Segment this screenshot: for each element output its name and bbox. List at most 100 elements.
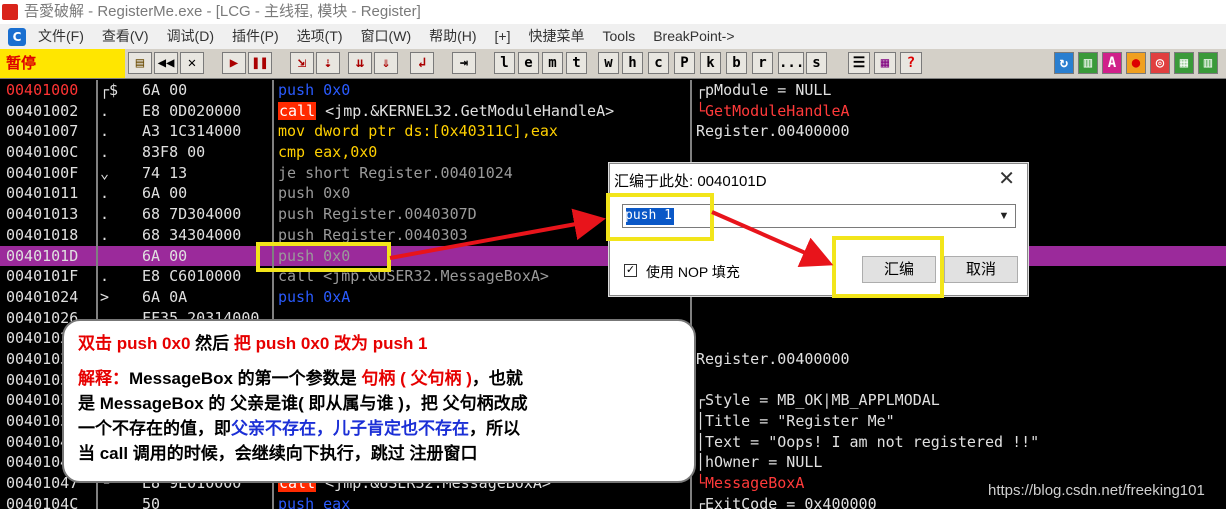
hex-cell: 6A 00 <box>142 81 188 99</box>
asm-cell: push 0x0 <box>278 80 688 101</box>
execute-till-return-icon[interactable]: ↲ <box>410 52 434 74</box>
cancel-button[interactable]: 取消 <box>944 256 1018 283</box>
run-trace-button[interactable]: ... <box>778 52 804 74</box>
menu-plugins[interactable]: 插件(P) <box>232 24 279 49</box>
column-divider <box>96 266 98 287</box>
flow-marker: . <box>100 205 110 224</box>
list-icon[interactable]: ☰ <box>848 52 870 74</box>
flow-marker: ⌄ <box>100 163 110 182</box>
app-logo-icon: C <box>8 28 26 46</box>
menu-options[interactable]: 选项(T) <box>297 24 343 49</box>
flow-marker: . <box>100 225 110 244</box>
trace-over-icon[interactable]: ⇓ <box>374 52 398 74</box>
disasm-row[interactable]: 0040100C. 83F8 00 cmp eax,0x0 <box>0 142 1226 163</box>
flow-marker: . <box>100 143 110 162</box>
column-divider <box>96 224 98 246</box>
hex-cell: 74 13 <box>142 163 188 182</box>
column-divider <box>272 286 274 308</box>
hex-cell: A3 1C314000 <box>142 122 242 141</box>
address-cell: 0040100F <box>6 163 79 182</box>
menu-help[interactable]: 帮助(H) <box>429 24 476 49</box>
step-over-icon[interactable]: ⇣ <box>316 52 340 74</box>
disasm-row[interactable]: 00401007. A3 1C314000 mov dword ptr ds:[0x… <box>0 121 1226 143</box>
target-icon[interactable]: ◎ <box>1150 52 1170 74</box>
modules-button[interactable]: e <box>518 52 539 74</box>
asm-text: mov dword ptr ds:[0x40311C],eax <box>278 122 558 141</box>
nop-fill-label: 使用 NOP 填充 <box>646 264 740 280</box>
hex-cell: 50 <box>142 494 161 509</box>
address-cell: 00401002 <box>6 101 79 120</box>
hex-cell: E8 C6010000 <box>142 267 242 286</box>
menu-file[interactable]: 文件(F) <box>38 24 84 49</box>
menu-window[interactable]: 窗口(W) <box>361 24 412 49</box>
nop-fill-checkbox[interactable]: ✓ <box>624 264 637 277</box>
open-icon[interactable]: ▤ <box>128 52 152 74</box>
record-icon[interactable]: ● <box>1126 52 1146 74</box>
run-icon[interactable]: ▶ <box>222 52 246 74</box>
callout-line-2: 解释：MessageBox 的第一个参数是 句柄 ( 父句柄 )，也就 <box>78 369 523 388</box>
memory-button[interactable]: m <box>542 52 563 74</box>
pause-icon[interactable]: ❚❚ <box>248 52 272 74</box>
disasm-row[interactable]: 00401000 ┌$ 6A 00 push 0x0 ┌pModule = NULL <box>0 80 1226 101</box>
column-divider <box>272 183 274 205</box>
grid-icon[interactable]: ▦ <box>1174 52 1194 74</box>
comment-cell: │Title = "Register Me" <box>696 412 895 430</box>
menu-debug[interactable]: 调试(D) <box>167 24 214 49</box>
patches-button[interactable]: P <box>674 52 695 74</box>
layout-icon[interactable]: ▦ <box>874 52 896 74</box>
a-plugin-icon[interactable]: A <box>1102 52 1122 74</box>
highlight-assemble-button <box>832 236 944 298</box>
hex-cell: 83F8 00 <box>142 143 206 162</box>
comment-cell: Register.00400000 <box>696 349 850 368</box>
menu-plus[interactable]: [+] <box>495 24 511 49</box>
asm-cell: cmp eax,0x0 <box>278 142 688 163</box>
asm-text: push eax <box>278 494 351 509</box>
restart-icon[interactable]: ◀◀ <box>154 52 178 74</box>
address-cell: 00401007 <box>6 122 79 141</box>
threads-button[interactable]: t <box>566 52 587 74</box>
cpu-button[interactable]: c <box>648 52 669 74</box>
comment-cell: │hOwner = NULL <box>696 453 823 472</box>
menu-tools[interactable]: Tools <box>603 24 636 49</box>
dialog-title: 汇编于此处: 0040101D <box>614 173 767 190</box>
toolbar: 暂停 ▤ ◀◀ ✕ ▶ ❚❚ ⇲ ⇣ ⇊ ⇓ ↲ ⇥ l e m t w h c… <box>0 49 1226 79</box>
references-button[interactable]: r <box>752 52 773 74</box>
call-stack-button[interactable]: k <box>700 52 721 74</box>
disasm-row[interactable]: 00401002. E8 0D020000 call <jmp.&KERNEL32.… <box>0 100 1226 122</box>
handles-button[interactable]: h <box>622 52 643 74</box>
address-cell: 00401018 <box>6 225 79 244</box>
close-icon[interactable]: ✕ <box>998 166 1015 191</box>
app-icon <box>2 4 18 20</box>
asm-text: push 0xA <box>278 287 351 306</box>
column-divider <box>272 493 274 509</box>
comment-cell: ┌Style = MB_OK|MB_APPLMODAL <box>696 391 940 410</box>
breakpoints-button[interactable]: b <box>726 52 747 74</box>
title-bar: 吾愛破解 - RegisterMe.exe - [LCG - 主线程, 模块 -… <box>0 0 1226 24</box>
help-icon[interactable]: ? <box>900 52 922 74</box>
menu-bar: C 文件(F) 查看(V) 调试(D) 插件(P) 选项(T) 窗口(W) 帮助… <box>0 24 1226 49</box>
comment-cell: │Text = "Oops! I am not registered !!" <box>696 432 1040 451</box>
comment-cell: ┌pModule = NULL <box>696 81 832 99</box>
flow-marker: ┌$ <box>100 81 119 99</box>
windows-button[interactable]: w <box>598 52 619 74</box>
address-cell: 0040101D <box>6 246 79 265</box>
pause-plugin-icon[interactable]: ▥ <box>1078 52 1098 74</box>
trace-into-icon[interactable]: ⇊ <box>348 52 372 74</box>
menu-view[interactable]: 查看(V) <box>102 24 149 49</box>
log-window-button[interactable]: l <box>494 52 515 74</box>
asm-text: cmp eax,0x0 <box>278 143 378 162</box>
call-target: <jmp.&KERNEL32.GetModuleHandleA> <box>316 101 615 120</box>
columns-icon[interactable]: ▥ <box>1198 52 1218 74</box>
chevron-down-icon[interactable]: ▼ <box>995 207 1013 225</box>
address-cell: 00401011 <box>6 184 79 203</box>
column-divider <box>272 121 274 143</box>
goto-icon[interactable]: ⇥ <box>452 52 476 74</box>
column-divider <box>96 162 98 184</box>
menu-breakpoint[interactable]: BreakPoint-> <box>653 24 734 49</box>
step-into-icon[interactable]: ⇲ <box>290 52 314 74</box>
refresh-icon[interactable]: ↻ <box>1054 52 1074 74</box>
column-divider <box>272 80 274 101</box>
menu-shortcuts[interactable]: 快捷菜单 <box>529 24 585 49</box>
source-button[interactable]: s <box>806 52 827 74</box>
close-icon[interactable]: ✕ <box>180 52 204 74</box>
